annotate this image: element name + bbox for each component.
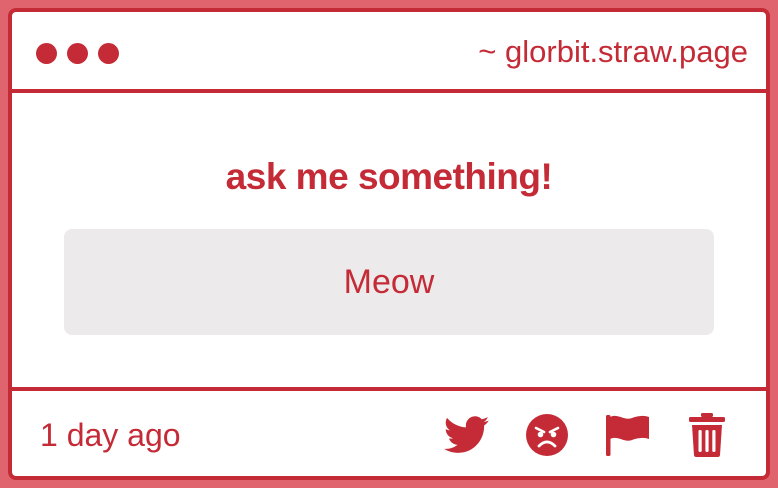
angry-react-button[interactable]: [524, 412, 570, 458]
card-footer: 1 day ago: [12, 387, 766, 476]
window-dot: [98, 43, 119, 64]
card-header: ~ glorbit.straw.page: [12, 12, 766, 93]
report-flag-button[interactable]: [604, 412, 650, 458]
timestamp: 1 day ago: [40, 417, 181, 453]
angry-face-icon: [526, 414, 568, 456]
page-title: ask me something!: [225, 156, 553, 197]
share-twitter-button[interactable]: [444, 412, 490, 458]
twitter-icon: [444, 416, 490, 453]
flag-icon: [606, 415, 649, 456]
question-card: ~ glorbit.straw.page ask me something! M…: [8, 8, 770, 480]
window-dot: [67, 43, 88, 64]
window-dot: [36, 43, 57, 64]
action-bar: [444, 411, 730, 459]
card-body: ask me something! Meow: [12, 93, 766, 387]
page-url[interactable]: ~ glorbit.straw.page: [478, 32, 748, 72]
delete-button[interactable]: [684, 412, 730, 458]
answer-text: Meow: [343, 263, 435, 301]
answer-box: Meow: [64, 229, 714, 335]
trash-icon: [689, 413, 725, 457]
window-dots: [36, 43, 119, 65]
